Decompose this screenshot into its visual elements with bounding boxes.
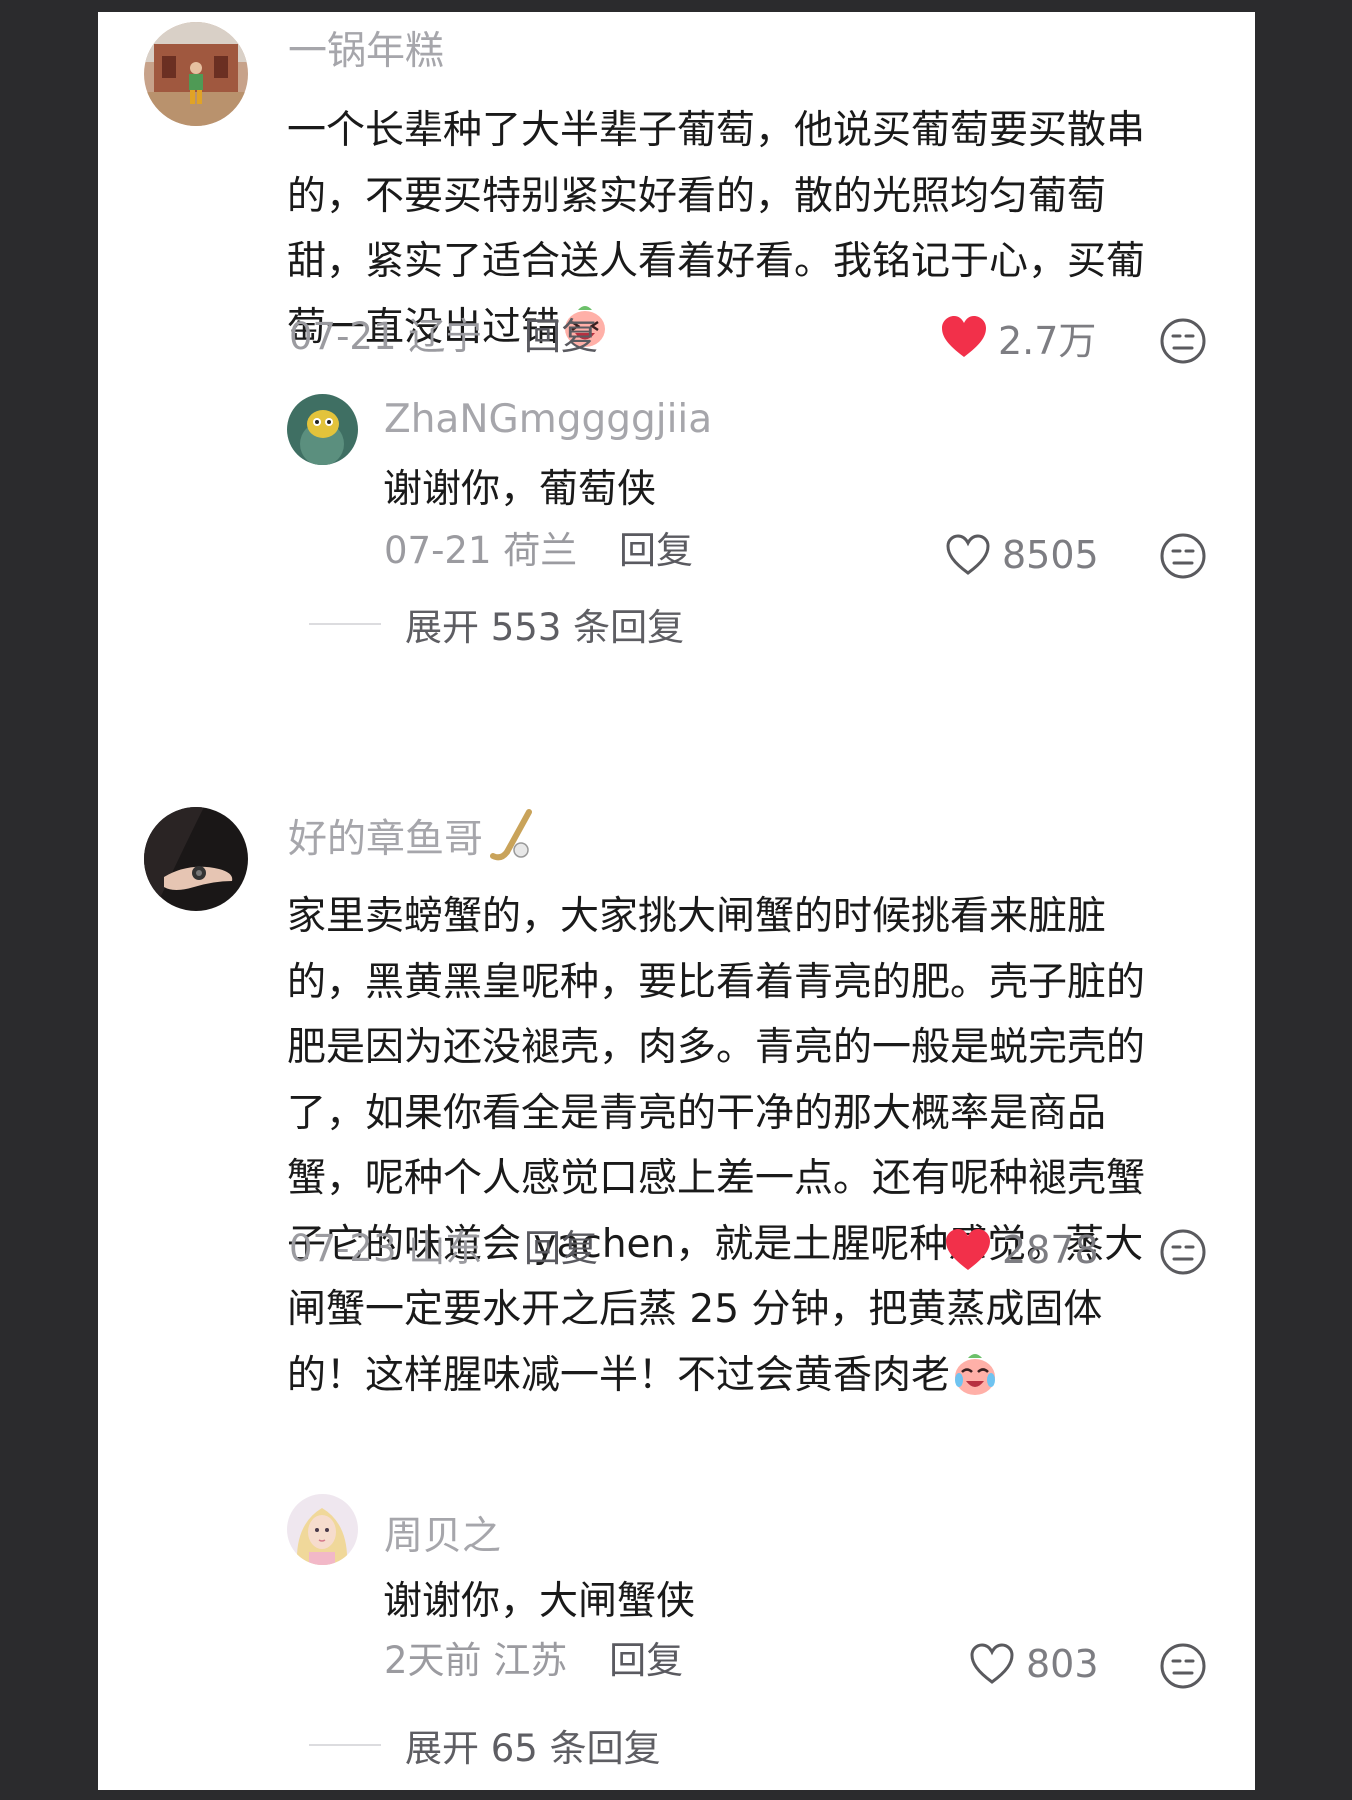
comment-location: 辽宁 [408,315,483,358]
expand-replies-button[interactable]: 展开 553 条回复 [309,597,684,651]
heart-filled-icon [942,316,986,357]
avatar[interactable] [287,394,358,465]
neutral-face-icon[interactable] [1159,1228,1207,1276]
reply-meta: 07-21 荷兰 回复 [384,532,693,569]
comment-date: 07-23 [289,1227,397,1270]
reply-location: 江苏 [493,1639,568,1682]
reply-button[interactable]: 回复 [619,529,693,572]
comment-text: 家里卖螃蟹的，大家挑大闸蟹的时候挑看来脏脏 的，黑黄黑皇呢种，要比看着青亮的肥。… [287,884,1145,1408]
neutral-face-icon[interactable] [1159,317,1207,365]
reply-text: 谢谢你，大闸蟹侠 [383,1569,695,1635]
like-button[interactable]: 2878 [944,1225,1099,1275]
like-count: 8505 [1002,533,1099,577]
expand-replies-label: 展开 65 条回复 [405,1727,661,1770]
crying-laughing-peach-emoji [955,1353,996,1395]
comment-line: 一个长辈种了大半辈子葡萄，他说买葡萄要买散串 [287,108,1146,153]
reply-button[interactable]: 回复 [524,1227,598,1270]
comment-line: 家里卖螃蟹的，大家挑大闸蟹的时候挑看来脏脏 [287,894,1107,939]
expand-replies-button[interactable]: 展开 65 条回复 [309,1718,661,1772]
divider [309,1744,381,1746]
reply-line: 谢谢你，大闸蟹侠 [383,1579,696,1624]
divider [309,623,381,625]
like-button[interactable]: 2.7万 [940,312,1097,363]
like-count: 2878 [1002,1228,1099,1272]
comment-line: 的！这样腥味减一半！不过会黄香肉老 [287,1352,951,1398]
comment-line: 了，如果你看全是青亮的干净的那大概率是商品 [287,1090,1107,1136]
comment-line: 甜，紧实了适合送人看着好看。我铭记于心，买葡 [287,239,1146,284]
like-count: 2.7万 [998,318,1097,363]
reply-line: 谢谢你，葡萄侠 [383,467,657,512]
comment-line: 的，不要买特别紧实好看的，散的光照均匀葡萄 [287,173,1107,219]
comment-line: 蟹，呢种个人感觉口感上差一点。还有呢种褪壳蟹 [287,1156,1146,1201]
avatar[interactable] [287,1494,358,1565]
reply-button[interactable]: 回复 [524,315,598,358]
comment-panel: 一锅年糕 一个长辈种了大半辈子葡萄，他说买葡萄要买散串 的，不要买特别紧实好看的… [98,12,1255,1790]
username[interactable]: ZhaNGmggggjiia [384,400,712,439]
comment-line: 闸蟹一定要水开之后蒸 25 分钟，把黄蒸成固体 [287,1287,1103,1332]
comment-date: 07-21 [289,315,397,358]
heart-filled-icon [946,1229,990,1270]
neutral-face-icon[interactable] [1159,1642,1207,1690]
avatar[interactable] [144,807,248,911]
username[interactable]: 一锅年糕 [288,32,444,71]
comment-meta: 07-21 辽宁 回复 [289,318,598,355]
reply-button[interactable]: 回复 [609,1639,683,1682]
heart-outline-icon [946,534,990,575]
comment-meta: 07-23 山东 回复 [289,1230,598,1267]
neutral-face-icon[interactable] [1159,532,1207,580]
reply-location: 荷兰 [503,529,578,572]
expand-replies-label: 展开 553 条回复 [405,606,685,649]
hockey-stick-badge [490,809,533,861]
heart-outline-icon [970,1643,1014,1684]
reply-date: 07-21 [384,529,492,572]
reply-meta: 2天前 江苏 回复 [384,1642,683,1679]
like-count: 803 [1026,1642,1099,1686]
comment-line: 肥是因为还没褪壳，肉多。青亮的一般是蜕完壳的 [287,1025,1146,1070]
comment-location: 山东 [408,1227,483,1270]
like-button[interactable]: 803 [968,1639,1099,1689]
comment-line: 的，黑黄黑皇呢种，要比看着青亮的肥。壳子脏的 [287,959,1146,1005]
username[interactable]: 好的章鱼哥 [288,808,537,862]
reply-date: 2天前 [384,1639,482,1682]
reply-text: 谢谢你，葡萄侠 [383,457,656,523]
avatar[interactable] [144,22,248,126]
username-text: 好的章鱼哥 [288,817,484,862]
like-button[interactable]: 8505 [944,530,1099,580]
username[interactable]: 周贝之 [384,1517,501,1556]
